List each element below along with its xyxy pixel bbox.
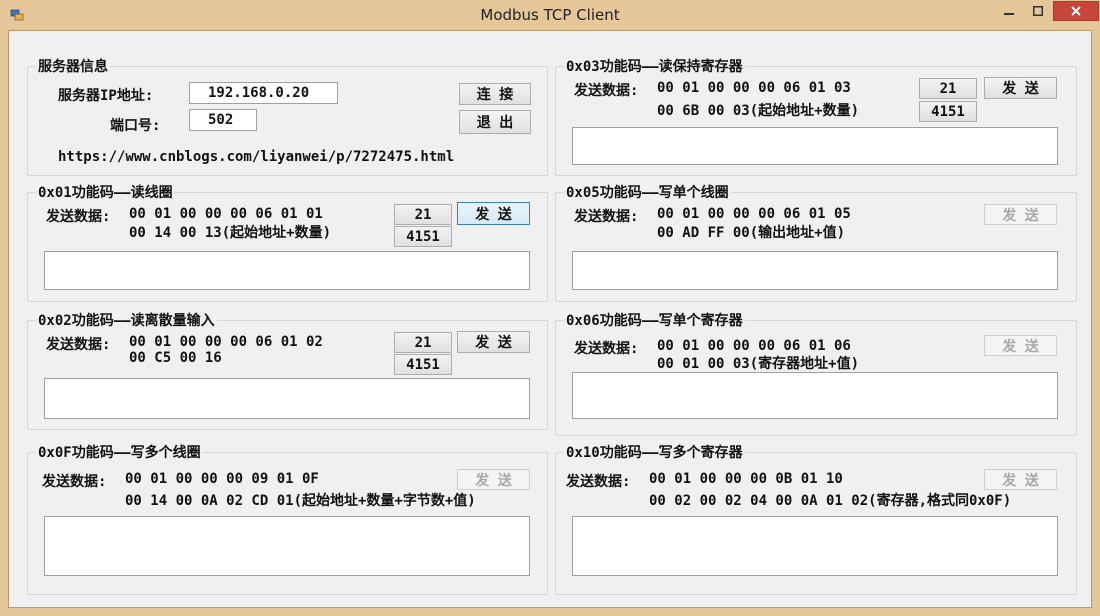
maximize-icon <box>1033 6 1043 16</box>
fc06-data-line2: 00 01 00 03(寄存器地址+值) <box>657 356 860 372</box>
port-label: 端口号: <box>110 118 161 134</box>
fc01-data-line2: 00 14 00 13(起始地址+数量) <box>129 225 332 241</box>
fc10-title: 0x10功能码——写多个寄存器 <box>564 442 745 462</box>
fc0f-group: 0x0F功能码——写多个线圈 发送数据: 00 01 00 00 00 09 0… <box>27 442 548 595</box>
blog-link[interactable]: https://www.cnblogs.com/liyanwei/p/72724… <box>58 149 454 165</box>
fc0f-title: 0x0F功能码——写多个线圈 <box>36 442 203 462</box>
fc01-send-button[interactable]: 发 送 <box>457 202 530 225</box>
fc02-title: 0x02功能码——读离散量输入 <box>36 310 217 330</box>
fc10-send-button[interactable]: 发 送 <box>984 469 1057 490</box>
fc03-group: 0x03功能码——读保持寄存器 发送数据: 00 01 00 00 00 06 … <box>555 56 1077 176</box>
fc03-send-button[interactable]: 发 送 <box>984 77 1057 99</box>
ip-input[interactable] <box>189 82 338 104</box>
server-info-group: 服务器信息 服务器IP地址: 端口号: 连 接 退 出 https://www.… <box>27 56 548 176</box>
fc10-data-line2: 00 02 00 02 04 00 0A 01 02(寄存器,格式同0x0F) <box>649 493 1012 509</box>
minimize-icon <box>1004 13 1014 15</box>
fc01-prefix: 发送数据: <box>46 209 111 225</box>
fc05-data-line1: 00 01 00 00 00 06 01 05 <box>657 206 851 222</box>
fc06-title: 0x06功能码——写单个寄存器 <box>564 310 745 330</box>
fc02-send-button[interactable]: 发 送 <box>457 331 530 353</box>
fc0f-output-box[interactable] <box>44 516 530 576</box>
minimize-button[interactable] <box>995 1 1023 21</box>
fc02-21-button[interactable]: 21 <box>394 332 452 353</box>
port-input[interactable] <box>189 109 257 131</box>
close-button[interactable] <box>1053 1 1099 21</box>
fc05-prefix: 发送数据: <box>574 209 639 225</box>
ip-label: 服务器IP地址: <box>58 88 154 104</box>
fc06-data-line1: 00 01 00 00 00 06 01 06 <box>657 338 851 354</box>
fc02-data-line2: 00 C5 00 16 <box>129 350 222 366</box>
fc03-4151-button[interactable]: 4151 <box>919 101 977 122</box>
maximize-button[interactable] <box>1024 1 1052 21</box>
fc02-prefix: 发送数据: <box>46 337 111 353</box>
fc05-output-box[interactable] <box>572 251 1058 290</box>
window-title: Modbus TCP Client <box>480 6 620 24</box>
fc05-data-line2: 00 AD FF 00(输出地址+值) <box>657 225 846 241</box>
fc06-send-button[interactable]: 发 送 <box>984 335 1057 356</box>
fc0f-send-button[interactable]: 发 送 <box>457 469 530 490</box>
fc03-data-line2: 00 6B 00 03(起始地址+数量) <box>657 103 860 119</box>
close-icon <box>1071 6 1081 16</box>
fc02-output-box[interactable] <box>44 378 530 419</box>
connect-button[interactable]: 连 接 <box>459 83 531 105</box>
fc05-send-button[interactable]: 发 送 <box>984 204 1057 225</box>
fc06-group: 0x06功能码——写单个寄存器 发送数据: 00 01 00 00 00 06 … <box>555 310 1077 436</box>
fc02-group: 0x02功能码——读离散量输入 发送数据: 00 01 00 00 00 06 … <box>27 310 548 430</box>
fc02-data-line1: 00 01 00 00 00 06 01 02 <box>129 334 323 350</box>
fc10-group: 0x10功能码——写多个寄存器 发送数据: 00 01 00 00 00 0B … <box>555 442 1077 595</box>
fc01-group: 0x01功能码——读线圈 发送数据: 00 01 00 00 00 06 01 … <box>27 182 548 302</box>
fc10-output-box[interactable] <box>572 516 1058 576</box>
fc0f-prefix: 发送数据: <box>42 474 107 490</box>
fc05-group: 0x05功能码——写单个线圈 发送数据: 00 01 00 00 00 06 0… <box>555 182 1077 302</box>
fc05-title: 0x05功能码——写单个线圈 <box>564 182 731 202</box>
fc01-output-box[interactable] <box>44 251 530 290</box>
fc01-21-button[interactable]: 21 <box>394 204 452 225</box>
fc03-title: 0x03功能码——读保持寄存器 <box>564 56 745 76</box>
exit-button[interactable]: 退 出 <box>459 110 531 134</box>
fc01-title: 0x01功能码——读线圈 <box>36 182 175 202</box>
fc03-prefix: 发送数据: <box>574 83 639 99</box>
fc06-prefix: 发送数据: <box>574 341 639 357</box>
server-info-title: 服务器信息 <box>36 56 110 76</box>
fc03-data-line1: 00 01 00 00 00 06 01 03 <box>657 80 851 96</box>
fc06-output-box[interactable] <box>572 372 1058 419</box>
fc03-21-button[interactable]: 21 <box>919 78 977 99</box>
client-area: 服务器信息 服务器IP地址: 端口号: 连 接 退 出 https://www.… <box>8 30 1092 608</box>
fc0f-data-line2: 00 14 00 0A 02 CD 01(起始地址+数量+字节数+值) <box>125 493 476 509</box>
fc10-prefix: 发送数据: <box>566 474 631 490</box>
fc02-4151-button[interactable]: 4151 <box>394 354 452 375</box>
title-bar[interactable]: Modbus TCP Client <box>0 0 1100 30</box>
fc03-output-box[interactable] <box>572 127 1058 165</box>
fc0f-data-line1: 00 01 00 00 00 09 01 0F <box>125 471 319 487</box>
fc01-data-line1: 00 01 00 00 00 06 01 01 <box>129 206 323 222</box>
app-window: Modbus TCP Client 服务器信息 服务器IP地址: 端口号: 连 … <box>0 0 1100 616</box>
fc10-data-line1: 00 01 00 00 00 0B 01 10 <box>649 471 843 487</box>
fc01-4151-button[interactable]: 4151 <box>394 226 452 247</box>
